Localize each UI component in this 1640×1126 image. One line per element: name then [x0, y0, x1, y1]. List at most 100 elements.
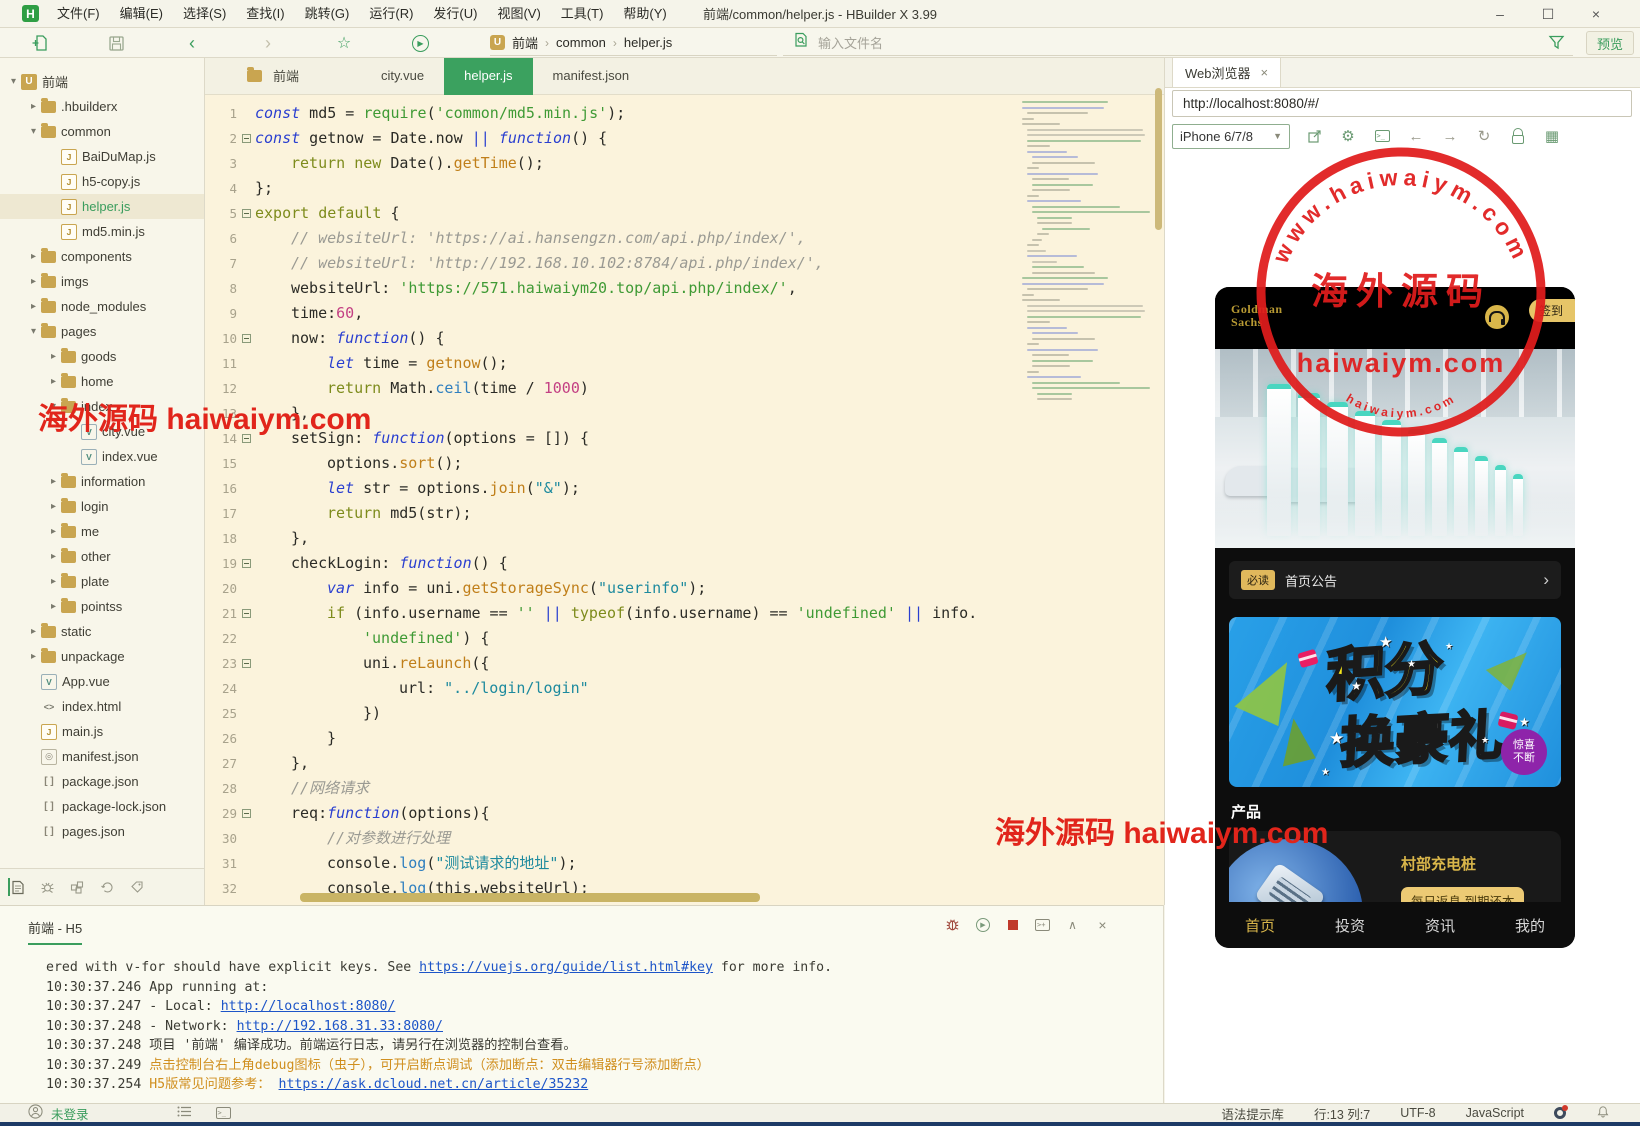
- menu-item[interactable]: 查找(I): [236, 0, 294, 28]
- code-editor[interactable]: 前端 city.vue helper.js manifest.json 1 const…: [205, 57, 1165, 905]
- history-panel-icon[interactable]: [98, 878, 116, 896]
- console-link[interactable]: https://vuejs.org/guide/list.html#key: [419, 960, 713, 975]
- tree-item---[interactable]: ▾ U 前端: [0, 69, 204, 94]
- login-status[interactable]: 未登录: [51, 1104, 89, 1123]
- code-area[interactable]: 1 const md5 = require('common/md5.min.js'…: [205, 95, 1151, 905]
- phone-nav-资讯[interactable]: 资讯: [1425, 915, 1455, 936]
- tree-item-index-html[interactable]: <> index.html: [0, 694, 204, 719]
- tree-item-goods[interactable]: ▸ goods: [0, 344, 204, 369]
- tree-item-pages-json[interactable]: [ ] pages.json: [0, 819, 204, 844]
- run-icon[interactable]: ▶: [410, 33, 430, 53]
- fold-icon[interactable]: [237, 326, 255, 351]
- minimize-button[interactable]: –: [1476, 0, 1524, 28]
- breadcrumb-item[interactable]: 前端: [512, 33, 538, 52]
- tree-item-package-json[interactable]: [ ] package.json: [0, 769, 204, 794]
- editor-tab-manifest.json[interactable]: manifest.json: [533, 57, 650, 95]
- tree-item--hbuilderx[interactable]: ▸ .hbuilderx: [0, 94, 204, 119]
- tree-item-unpackage[interactable]: ▸ unpackage: [0, 644, 204, 669]
- notice-bar[interactable]: 必读 首页公告 ›: [1229, 561, 1561, 599]
- debug-bug-icon[interactable]: [944, 916, 961, 933]
- tree-item-manifest-json[interactable]: ◎ manifest.json: [0, 744, 204, 769]
- horizontal-scrollbar[interactable]: [300, 893, 760, 902]
- tree-item-common[interactable]: ▾ common: [0, 119, 204, 144]
- console-link[interactable]: http://localhost:8080/: [221, 999, 396, 1014]
- preview-button[interactable]: 预览: [1586, 31, 1634, 55]
- close-button[interactable]: ×: [1572, 0, 1620, 28]
- fold-icon[interactable]: [237, 801, 255, 826]
- menu-item[interactable]: 文件(F): [47, 0, 110, 28]
- tree-item-App-vue[interactable]: V App.vue: [0, 669, 204, 694]
- breadcrumb-item[interactable]: helper.js: [624, 35, 672, 50]
- stop-icon[interactable]: [1004, 916, 1021, 933]
- filter-funnel-icon[interactable]: [1548, 34, 1565, 56]
- menu-item[interactable]: 工具(T): [551, 0, 614, 28]
- tree-item-package-lock-json[interactable]: [ ] package-lock.json: [0, 794, 204, 819]
- tree-item-login[interactable]: ▸ login: [0, 494, 204, 519]
- menu-item[interactable]: 运行(R): [359, 0, 423, 28]
- tree-item-other[interactable]: ▸ other: [0, 544, 204, 569]
- editor-tab-helper.js[interactable]: helper.js: [444, 57, 533, 95]
- close-panel-icon[interactable]: ×: [1094, 916, 1111, 933]
- menu-item[interactable]: 视图(V): [487, 0, 550, 28]
- menu-item[interactable]: 选择(S): [173, 0, 236, 28]
- bookmark-panel-icon[interactable]: [128, 878, 146, 896]
- terminal-icon[interactable]: >_: [215, 1107, 231, 1119]
- fold-icon[interactable]: [237, 651, 255, 676]
- fold-icon[interactable]: [237, 201, 255, 226]
- language-mode[interactable]: JavaScript: [1466, 1106, 1524, 1120]
- run-log-icon[interactable]: ▶: [974, 916, 991, 933]
- browser-tab[interactable]: Web浏览器 ×: [1172, 57, 1282, 87]
- extensions-panel-icon[interactable]: [68, 878, 86, 896]
- tree-item-me[interactable]: ▸ me: [0, 519, 204, 544]
- console-link[interactable]: https://ask.dcloud.net.cn/article/35232: [279, 1077, 589, 1092]
- files-panel-icon[interactable]: [8, 878, 26, 896]
- breadcrumb-item[interactable]: common: [556, 35, 606, 50]
- back-icon[interactable]: ‹: [182, 33, 202, 53]
- tree-item-main-js[interactable]: Jmain.js: [0, 719, 204, 744]
- notification-bell-icon[interactable]: [1596, 1104, 1610, 1122]
- editor-tab-city.vue[interactable]: city.vue: [361, 57, 444, 95]
- vertical-scrollbar[interactable]: [1155, 88, 1162, 230]
- syntax-library[interactable]: 语法提示库: [1221, 1104, 1284, 1123]
- fold-icon[interactable]: [237, 601, 255, 626]
- breadcrumb[interactable]: U 前端 › common › helper.js: [490, 30, 777, 56]
- menu-item[interactable]: 帮助(Y): [613, 0, 676, 28]
- tree-item-imgs[interactable]: ▸ imgs: [0, 269, 204, 294]
- menu-item[interactable]: 发行(U): [423, 0, 487, 28]
- forward-icon[interactable]: ›: [258, 33, 278, 53]
- phone-nav-首页[interactable]: 首页: [1245, 915, 1275, 936]
- tree-item-helper-js[interactable]: Jhelper.js: [0, 194, 204, 219]
- menu-item[interactable]: 跳转(G): [295, 0, 360, 28]
- memory-donut-icon[interactable]: [1554, 1105, 1568, 1119]
- browser-tab-close-icon[interactable]: ×: [1261, 65, 1269, 80]
- points-banner[interactable]: 积分 换豪礼 惊喜不断 ★ ★ ★ ★ ★ ★ ★ ★: [1229, 617, 1561, 787]
- menu-item[interactable]: 编辑(E): [110, 0, 173, 28]
- spider-debug-panel-icon[interactable]: [38, 878, 56, 896]
- tree-item-md5-min-js[interactable]: Jmd5.min.js: [0, 219, 204, 244]
- tree-item-information[interactable]: ▸ information: [0, 469, 204, 494]
- phone-nav-我的[interactable]: 我的: [1515, 915, 1545, 936]
- collapse-panel-icon[interactable]: ∧: [1064, 916, 1081, 933]
- save-icon[interactable]: [106, 33, 126, 53]
- tree-item-BaiDuMap-js[interactable]: J BaiDuMap.js: [0, 144, 204, 169]
- file-search-input[interactable]: 输入文件名: [783, 30, 1573, 56]
- new-file-icon[interactable]: [30, 33, 50, 53]
- tree-item-home[interactable]: ▸ home: [0, 369, 204, 394]
- tree-item-h5-copy-js[interactable]: Jh5-copy.js: [0, 169, 204, 194]
- tree-item-index-vue[interactable]: Vindex.vue: [0, 444, 204, 469]
- minimap[interactable]: [1022, 101, 1150, 404]
- console-link[interactable]: http://192.168.31.33:8080/: [237, 1019, 443, 1034]
- fold-icon[interactable]: [237, 126, 255, 151]
- favorite-star-icon[interactable]: ☆: [334, 33, 354, 53]
- fold-icon[interactable]: [237, 551, 255, 576]
- encoding[interactable]: UTF-8: [1400, 1106, 1435, 1120]
- cursor-position[interactable]: 行:13 列:7: [1314, 1104, 1370, 1123]
- tree-item-pointss[interactable]: ▸ pointss: [0, 594, 204, 619]
- console-window-icon[interactable]: >+: [1034, 916, 1051, 933]
- url-input[interactable]: [1172, 90, 1632, 117]
- tree-item-static[interactable]: ▸ static: [0, 619, 204, 644]
- phone-nav-投资[interactable]: 投资: [1335, 915, 1365, 936]
- tree-item-plate[interactable]: ▸ plate: [0, 569, 204, 594]
- console-tab[interactable]: 前端 - H5: [28, 918, 83, 945]
- tree-item-pages[interactable]: ▾ pages: [0, 319, 204, 344]
